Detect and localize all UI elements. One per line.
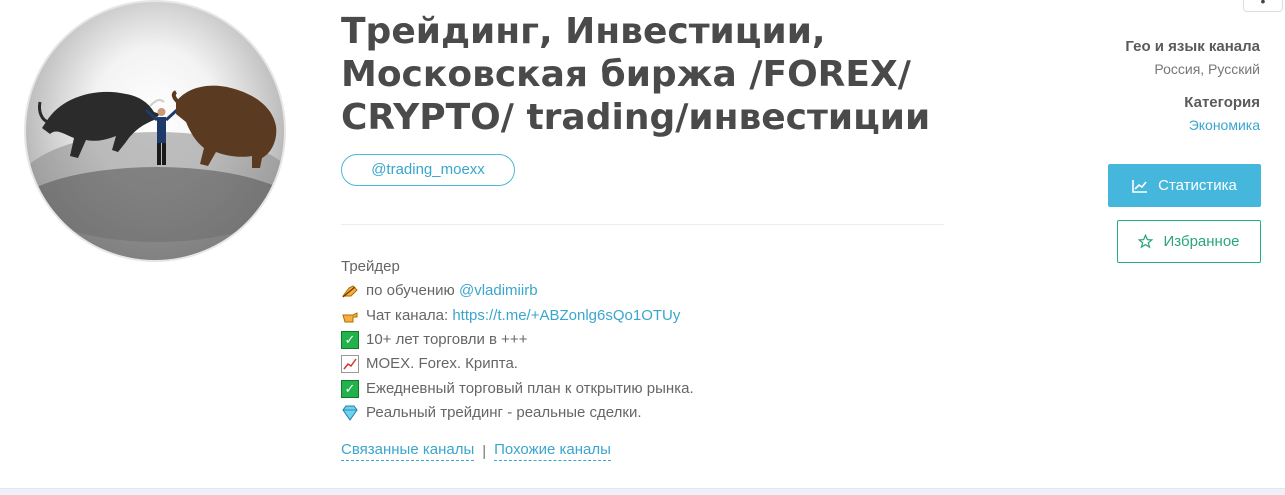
statistics-button[interactable]: Статистика <box>1108 164 1261 207</box>
channel-description: Трейдер по обучению @vladimiirb Чат кана… <box>341 255 941 425</box>
description-text: Ежедневный торговый план к открытию рынк… <box>366 379 694 397</box>
line-chart-icon <box>1132 179 1148 193</box>
check-mark-icon: ✓ <box>341 379 359 398</box>
description-line: ✓ Ежедневный торговый план к открытию ры… <box>341 376 941 400</box>
description-text: Трейдер <box>341 258 400 276</box>
channel-title: Трейдинг, Инвестиции, Московская биржа /… <box>341 11 931 138</box>
chart-icon <box>341 355 359 374</box>
chat-invite-link[interactable]: https://t.me/+ABZonlg6sQo1OTUy <box>452 306 680 326</box>
more-options-icon[interactable]: • <box>1243 0 1283 12</box>
related-channels-nav: Связанные каналы | Похожие каналы <box>341 441 611 461</box>
favorite-button-label: Избранное <box>1163 233 1240 250</box>
description-line: Реальный трейдинг - реальные сделки. <box>341 401 941 425</box>
description-text: Реальный трейдинг - реальные сделки. <box>366 403 642 421</box>
description-line: MOEX. Forex. Крипта. <box>341 352 941 376</box>
geo-language-block: Гео и язык канала Россия, Русский <box>1125 38 1260 77</box>
pointing-hand-icon <box>341 307 359 325</box>
channel-avatar <box>24 0 286 262</box>
description-text: MOEX. Forex. Крипта. <box>366 355 518 373</box>
separator: | <box>482 442 487 460</box>
description-line: Трейдер <box>341 255 941 279</box>
category-block: Категория Экономика <box>1184 94 1260 133</box>
bull-vs-bear-image <box>26 85 284 260</box>
page-bottom-border <box>0 488 1285 495</box>
geo-language-label: Гео и язык канала <box>1125 38 1260 55</box>
category-link[interactable]: Экономика <box>1184 117 1260 133</box>
description-line: ✓ 10+ лет торговли в +++ <box>341 328 941 352</box>
favorite-button[interactable]: Избранное <box>1117 220 1261 263</box>
description-text: 10+ лет торговли в +++ <box>366 331 528 349</box>
geo-language-value: Россия, Русский <box>1154 61 1260 77</box>
description-text: по обучению <box>366 282 455 300</box>
channel-username-link[interactable]: @trading_moexx <box>341 154 515 186</box>
related-channels-link[interactable]: Связанные каналы <box>341 441 475 461</box>
check-mark-icon: ✓ <box>341 331 359 350</box>
statistics-button-label: Статистика <box>1158 177 1237 194</box>
description-text: Чат канала: <box>366 306 449 324</box>
star-icon <box>1138 234 1154 249</box>
description-line: Чат канала: https://t.me/+ABZonlg6sQo1OT… <box>341 304 941 328</box>
divider <box>341 224 944 225</box>
category-label: Категория <box>1184 94 1260 111</box>
similar-channels-link[interactable]: Похожие каналы <box>494 441 611 461</box>
writing-hand-icon <box>341 282 359 300</box>
mentor-username-link[interactable]: @vladimiirb <box>459 281 538 301</box>
gem-icon <box>341 404 359 422</box>
description-line: по обучению @vladimiirb <box>341 279 941 303</box>
